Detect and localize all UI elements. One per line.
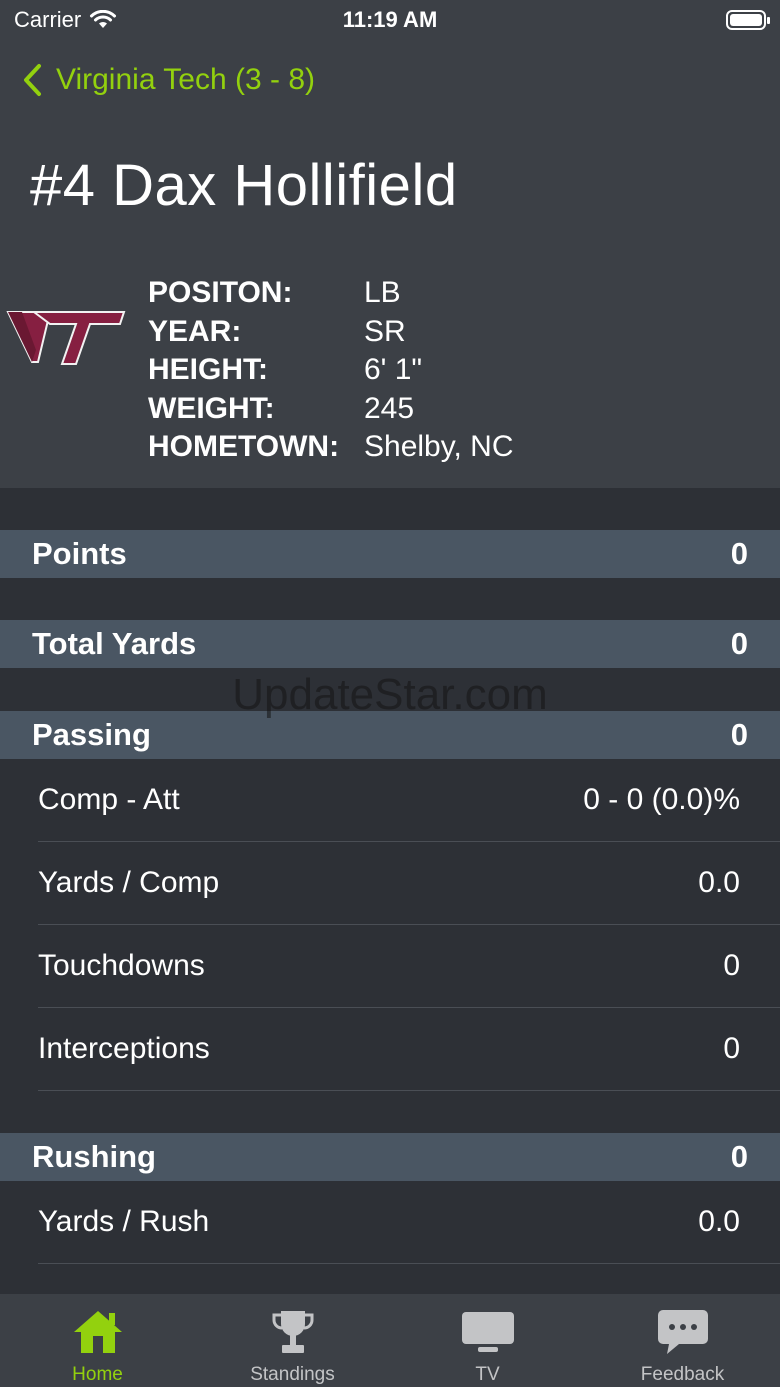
stat-label: Interceptions [38, 1032, 210, 1065]
section-header-passing: Passing 0 [0, 711, 780, 759]
section-value: 0 [730, 626, 748, 661]
home-icon [68, 1306, 128, 1358]
stat-label: Yards / Rush [38, 1205, 210, 1238]
page-title: #4 Dax Hollifield [30, 153, 458, 218]
section-label: Total Yards [32, 626, 197, 661]
stat-row-touchdowns: Touchdowns 0 [38, 925, 780, 1008]
tab-feedback[interactable]: Feedback [585, 1294, 780, 1387]
hometown-label: HOMETOWN: [148, 430, 340, 463]
back-button-label: Virginia Tech (3 - 8) [56, 63, 316, 96]
tab-label: Home [72, 1364, 123, 1385]
section-header-total-yards: Total Yards 0 [0, 620, 780, 668]
section-value: 0 [730, 717, 748, 752]
tab-standings[interactable]: Standings [195, 1294, 390, 1387]
position-label: POSITON: [148, 276, 293, 309]
stat-row-yards-per-comp: Yards / Comp 0.0 [38, 842, 780, 925]
section-header-rushing: Rushing 0 [0, 1133, 780, 1181]
stat-value: 0 [723, 949, 740, 982]
year-value: SR [364, 314, 406, 348]
section-header-points: Points 0 [0, 530, 780, 578]
stat-label: Yards / Comp [38, 866, 220, 899]
tab-label: TV [475, 1364, 500, 1385]
hometown-value: Shelby, NC [364, 430, 514, 463]
section-label: Points [32, 536, 127, 571]
position-value: LB [364, 276, 401, 309]
clock: 11:19 AM [342, 7, 438, 32]
section-value: 0 [730, 1139, 748, 1174]
back-button[interactable]: Virginia Tech (3 - 8) [22, 58, 315, 102]
chat-bubble-icon [653, 1306, 713, 1358]
stat-value: 0.0 [698, 866, 740, 899]
battery-icon [726, 10, 770, 30]
tab-tv[interactable]: TV [390, 1294, 585, 1387]
tab-home[interactable]: Home [0, 1294, 195, 1387]
tv-icon [458, 1306, 518, 1358]
tab-label: Feedback [640, 1364, 725, 1385]
status-bar: Carrier 11:19 AM [0, 0, 780, 44]
stat-row-comp-att: Comp - Att 0 - 0 (0.0)% [38, 759, 780, 842]
stat-row-interceptions: Interceptions 0 [38, 1008, 780, 1091]
year-label: YEAR: [148, 314, 242, 348]
tab-label: Standings [250, 1364, 335, 1385]
team-logo [6, 311, 126, 365]
stat-value: 0 - 0 (0.0)% [583, 783, 740, 816]
height-label: HEIGHT: [148, 353, 268, 386]
stat-label: Comp - Att [38, 783, 180, 816]
chevron-left-icon [24, 64, 41, 96]
section-label: Rushing [32, 1139, 156, 1174]
section-value: 0 [730, 536, 748, 571]
weight-label: WEIGHT: [148, 391, 275, 425]
height-value: 6' 1" [364, 353, 423, 386]
section-label: Passing [32, 717, 151, 752]
weight-value: 245 [364, 391, 415, 425]
stat-value: 0 [723, 1032, 740, 1065]
stat-row-yards-per-rush: Yards / Rush 0.0 [38, 1181, 780, 1264]
player-info: POSITON: LB YEAR: SR HEIGHT: 6' 1" WEIGH… [148, 274, 514, 467]
trophy-icon [263, 1306, 323, 1358]
stat-label: Touchdowns [38, 949, 205, 982]
tab-bar: Home Standings TV Feedback [0, 1294, 780, 1387]
stat-value: 0.0 [698, 1205, 740, 1238]
